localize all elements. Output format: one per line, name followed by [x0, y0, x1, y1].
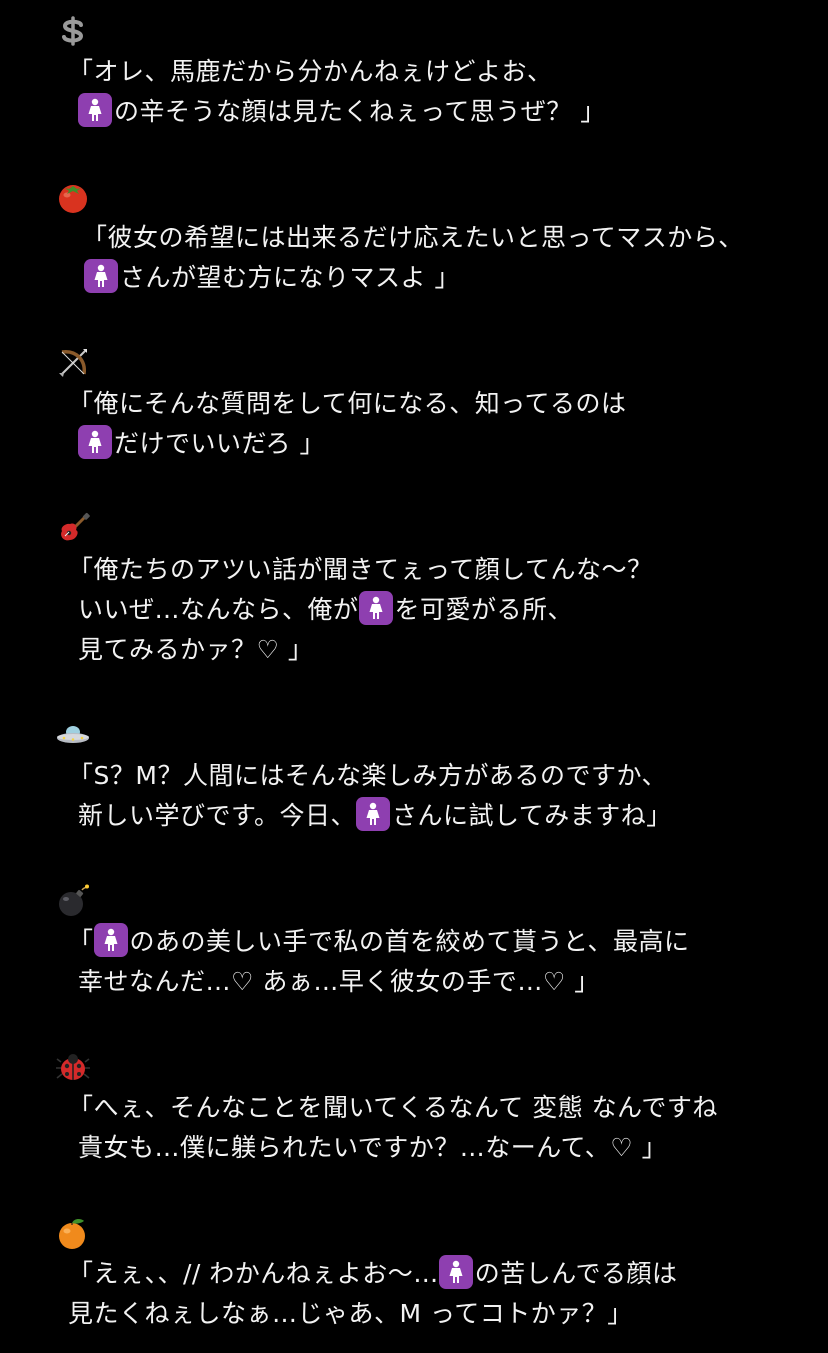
- woman-standing-badge-icon: [93, 923, 128, 957]
- woman-standing-badge-icon: [356, 797, 391, 831]
- bow-and-arrow-icon: [56, 346, 90, 380]
- entry-line: 見てみるかァ？♡ 」: [78, 635, 314, 664]
- entry-line-text: 「: [68, 927, 94, 956]
- notes-page: 「オレ、馬鹿だから分かんねぇけどよお、 の辛そうな顔は見たくねぇって思うぜ？ 」…: [0, 0, 828, 1353]
- entry-line-text: のあの美しい手で私の首を絞めて貰うと、最高に: [129, 927, 690, 956]
- tomato-icon: [56, 180, 90, 214]
- entry-line: 「彼女の希望には出来るだけ応えたいと思ってマスから、: [82, 223, 744, 252]
- lady-beetle-icon: [56, 1050, 90, 1084]
- entry-line: 「へぇ、そんなことを聞いてくるなんて 変態 なんですね: [68, 1093, 718, 1122]
- entry-line-text: 新しい学びです。今日、: [78, 801, 357, 830]
- entry-line: 幸せなんだ…♡ あぁ…早く彼女の手で…♡ 」: [78, 967, 600, 996]
- bomb-icon: [56, 884, 90, 918]
- entry-bow: 「俺にそんな質問をして何になる、知ってるのは だけでいいだろ 」: [56, 346, 816, 464]
- entry-line: の辛そうな顔は見たくねぇって思うぜ？ 」: [56, 92, 816, 132]
- woman-standing-badge-icon: [78, 93, 112, 127]
- entry-guitar: 「俺たちのアツい話が聞きてぇって顔してんな〜？ いいぜ…なんなら、俺が を可愛がる…: [56, 512, 816, 670]
- entry-line: 貴女も…僕に躾られたいですか？…なーんて、♡ 」: [78, 1133, 668, 1162]
- entry-line-text: を可愛がる所、: [394, 595, 574, 624]
- entry-line: いいぜ…なんなら、俺が を可愛がる所、: [56, 590, 816, 630]
- entry-line-text: の辛そうな顔は見たくねぇって思うぜ？ 」: [114, 97, 606, 126]
- entry-line-text: の苦しんでる顔は: [474, 1259, 678, 1288]
- entry-bomb: 「 のあの美しい手で私の首を絞めて貰うと、最高に 幸せなんだ…♡ あぁ…早く彼女の…: [56, 884, 816, 1002]
- entry-line: 「俺たちのアツい話が聞きてぇって顔してんな〜？: [68, 555, 653, 584]
- woman-standing-badge-icon: [358, 591, 393, 625]
- dollar-sign-icon: [56, 14, 90, 48]
- entry-ufo: 「S？M？人間にはそんな楽しみ方があるのですか、 新しい学びです。今日、 さんに試…: [56, 718, 816, 836]
- guitar-icon: [56, 512, 90, 546]
- entry-line: さんが望む方になりマスよ 」: [56, 258, 816, 298]
- entry-line-text: だけでいいだろ 」: [114, 429, 325, 458]
- entry-tangerine: 「えぇ、、// わかんねぇよお〜… の苦しんでる顔は 見たくねぇしなぁ…じゃあ、M…: [56, 1216, 816, 1334]
- entry-tomato: 「彼女の希望には出来るだけ応えたいと思ってマスから、 さんが望む方になりマスよ …: [56, 180, 816, 298]
- entry-line: だけでいいだろ 」: [56, 424, 816, 464]
- entry-line-text: さんが望む方になりマスよ 」: [120, 263, 460, 292]
- entry-line: 「オレ、馬鹿だから分かんねぇけどよお、: [68, 57, 553, 86]
- woman-standing-badge-icon: [438, 1255, 473, 1289]
- entry-line-text: いいぜ…なんなら、俺が: [78, 595, 359, 624]
- flying-saucer-icon: [56, 718, 90, 752]
- woman-standing-badge-icon: [84, 259, 118, 293]
- entry-line: 「俺にそんな質問をして何になる、知ってるのは: [68, 389, 627, 418]
- tangerine-icon: [56, 1216, 90, 1250]
- woman-standing-badge-icon: [78, 425, 112, 459]
- entry-line-text: さんに試してみますね」: [392, 801, 672, 830]
- entry-line: 見たくねぇしなぁ…じゃあ、M ってコトかァ？」: [68, 1299, 633, 1328]
- entry-line: 新しい学びです。今日、 さんに試してみますね」: [56, 796, 816, 836]
- entry-line-text: 「えぇ、、// わかんねぇよお〜…: [68, 1259, 439, 1288]
- entry-line: 「えぇ、、// わかんねぇよお〜… の苦しんでる顔は: [56, 1254, 816, 1294]
- entry-dollar: 「オレ、馬鹿だから分かんねぇけどよお、 の辛そうな顔は見たくねぇって思うぜ？ 」: [56, 14, 816, 132]
- entry-ladybug: 「へぇ、そんなことを聞いてくるなんて 変態 なんですね 貴女も…僕に躾られたいで…: [56, 1050, 816, 1168]
- entry-line: 「S？M？人間にはそんな楽しみ方があるのですか、: [68, 761, 667, 790]
- entry-line: 「 のあの美しい手で私の首を絞めて貰うと、最高に: [56, 922, 816, 962]
